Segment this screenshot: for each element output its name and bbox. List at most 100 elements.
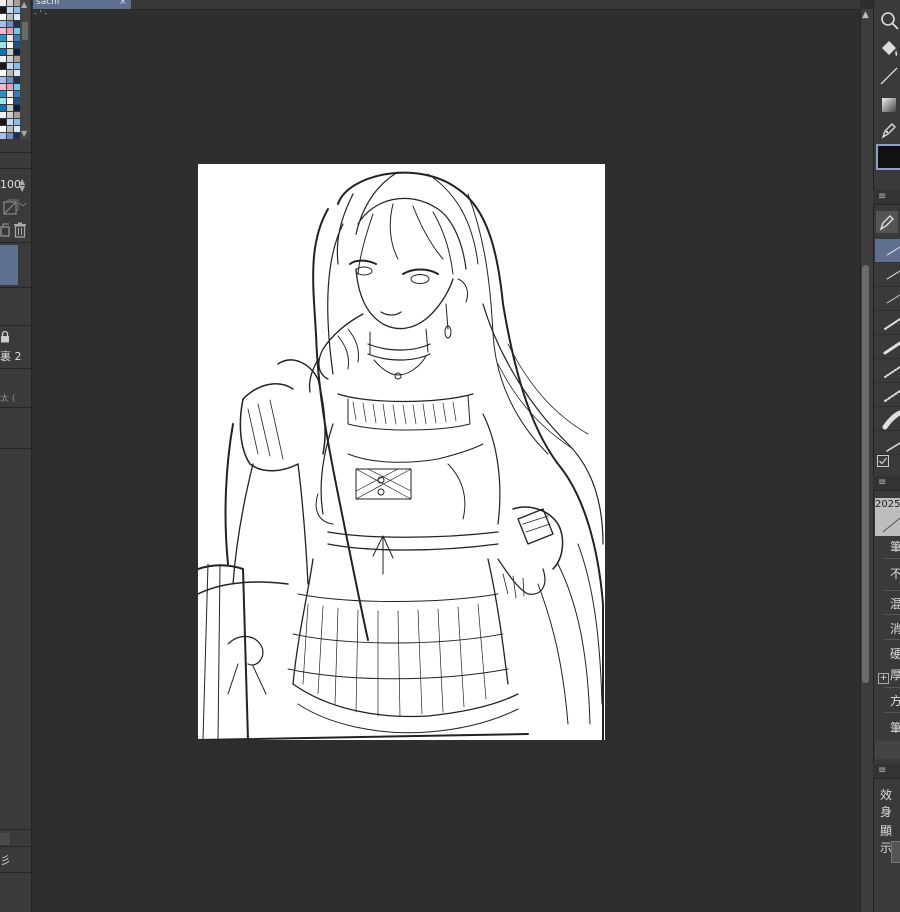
layer-name[interactable]: 裏 2 bbox=[0, 348, 22, 364]
scrollbar-thumb[interactable] bbox=[862, 265, 869, 683]
property-label[interactable]: 不 bbox=[890, 565, 900, 582]
copy-layer-icon[interactable] bbox=[0, 223, 10, 237]
chevron-down-icon[interactable]: ﹀ bbox=[19, 202, 27, 213]
palette-swatch[interactable] bbox=[0, 21, 6, 27]
palette-swatch[interactable] bbox=[7, 14, 13, 20]
palette-swatch[interactable] bbox=[0, 91, 6, 97]
color-palette[interactable] bbox=[0, 0, 20, 140]
opacity-stepper-icon[interactable]: ▲ ▼ bbox=[19, 178, 25, 193]
panel-tab[interactable] bbox=[0, 833, 10, 845]
divider bbox=[0, 325, 31, 326]
palette-swatch[interactable] bbox=[0, 84, 6, 90]
palette-swatch[interactable] bbox=[0, 49, 6, 55]
divider bbox=[0, 287, 31, 288]
palette-swatch[interactable] bbox=[0, 42, 6, 48]
palette-swatch[interactable] bbox=[7, 84, 13, 90]
zoom-icon[interactable] bbox=[879, 10, 899, 30]
palette-swatch[interactable] bbox=[7, 126, 13, 132]
palette-swatch[interactable] bbox=[7, 77, 13, 83]
expand-plus-icon[interactable]: + bbox=[878, 673, 889, 684]
gradient-icon[interactable] bbox=[879, 95, 899, 115]
checkbox-icon[interactable] bbox=[877, 455, 889, 467]
pen-tool-icon[interactable] bbox=[879, 120, 899, 140]
palette-swatch[interactable] bbox=[0, 133, 6, 139]
palette-swatch[interactable] bbox=[7, 28, 13, 34]
layer-item-selected[interactable] bbox=[0, 245, 18, 285]
blend-mode-icon[interactable] bbox=[3, 199, 19, 215]
divider bbox=[884, 687, 900, 688]
property-label[interactable]: 硬 bbox=[890, 645, 900, 662]
palette-swatch[interactable] bbox=[7, 98, 13, 104]
palette-swatch[interactable] bbox=[7, 119, 13, 125]
palette-swatch[interactable] bbox=[0, 35, 6, 41]
line-art-sketch bbox=[198, 171, 604, 740]
layer-name[interactable]: 太 ( bbox=[0, 391, 15, 404]
palette-swatch[interactable] bbox=[0, 70, 6, 76]
palette-swatch[interactable] bbox=[0, 77, 6, 83]
palette-swatch[interactable] bbox=[7, 112, 13, 118]
palette-swatch[interactable] bbox=[0, 105, 6, 111]
palette-scrollbar[interactable]: ▲ ▼ bbox=[20, 0, 30, 140]
divider bbox=[0, 152, 31, 153]
divider bbox=[884, 590, 900, 591]
effect-section-label[interactable]: 效身 bbox=[880, 786, 900, 820]
subtool-pen-icon[interactable] bbox=[876, 211, 898, 233]
palette-swatch[interactable] bbox=[7, 63, 13, 69]
layer-opacity-value[interactable]: 100 bbox=[0, 178, 21, 191]
palette-swatch[interactable] bbox=[0, 112, 6, 118]
palette-swatch[interactable] bbox=[7, 56, 13, 62]
property-label[interactable]: 消 bbox=[890, 620, 900, 637]
property-label[interactable]: 筆 bbox=[890, 538, 900, 555]
menu-icon[interactable]: ≡ bbox=[878, 477, 886, 489]
palette-swatch[interactable] bbox=[7, 133, 13, 139]
main-color-swatch[interactable] bbox=[876, 144, 900, 170]
divider bbox=[884, 639, 900, 640]
line-tool-icon[interactable] bbox=[879, 66, 899, 86]
scroll-up-icon[interactable]: ▲ bbox=[862, 10, 869, 20]
palette-swatch[interactable] bbox=[7, 105, 13, 111]
divider bbox=[884, 558, 900, 559]
palette-swatch[interactable] bbox=[0, 56, 6, 62]
menu-icon[interactable]: ≡ bbox=[878, 191, 886, 203]
display-button[interactable] bbox=[891, 841, 900, 863]
lock-icon[interactable] bbox=[0, 331, 10, 343]
palette-swatch[interactable] bbox=[7, 0, 13, 6]
property-label[interactable]: 混 bbox=[890, 595, 900, 612]
canvas-page[interactable] bbox=[198, 164, 605, 740]
scroll-up-icon[interactable]: ▲ bbox=[21, 1, 27, 9]
property-label[interactable]: 方 bbox=[890, 692, 900, 709]
panel-footer bbox=[875, 741, 900, 759]
trash-icon[interactable] bbox=[13, 222, 27, 238]
palette-swatch[interactable] bbox=[7, 35, 13, 41]
property-label[interactable]: 厚 bbox=[890, 666, 900, 683]
palette-scroll-thumb[interactable] bbox=[22, 22, 28, 40]
palette-swatch[interactable] bbox=[7, 70, 13, 76]
palette-swatch[interactable] bbox=[0, 0, 6, 6]
panel-label[interactable]: 彡 bbox=[0, 852, 11, 868]
close-icon[interactable]: × bbox=[119, 0, 127, 7]
palette-swatch[interactable] bbox=[0, 126, 6, 132]
palette-swatch[interactable] bbox=[7, 42, 13, 48]
palette-swatch[interactable] bbox=[0, 119, 6, 125]
ruler-marks: - ' - bbox=[34, 9, 48, 18]
menu-icon[interactable]: ≡ bbox=[878, 765, 886, 777]
divider bbox=[0, 407, 31, 408]
divider bbox=[0, 846, 31, 847]
palette-swatch[interactable] bbox=[7, 91, 13, 97]
palette-swatch[interactable] bbox=[0, 28, 6, 34]
palette-swatch[interactable] bbox=[0, 14, 6, 20]
palette-swatch[interactable] bbox=[7, 7, 13, 13]
fill-bucket-icon[interactable] bbox=[879, 39, 899, 59]
palette-swatch[interactable] bbox=[7, 21, 13, 27]
property-label[interactable]: 筆 bbox=[890, 719, 900, 736]
palette-swatch[interactable] bbox=[0, 63, 6, 69]
palette-swatch[interactable] bbox=[7, 49, 13, 55]
palette-swatch[interactable] bbox=[0, 7, 6, 13]
palette-swatch[interactable] bbox=[0, 98, 6, 104]
divider bbox=[0, 242, 31, 243]
brush-stroke-previews bbox=[882, 246, 900, 452]
document-tab[interactable]: sachi × bbox=[33, 0, 131, 9]
divider bbox=[0, 368, 31, 369]
divider bbox=[0, 829, 31, 830]
scroll-down-icon[interactable]: ▼ bbox=[21, 130, 27, 138]
